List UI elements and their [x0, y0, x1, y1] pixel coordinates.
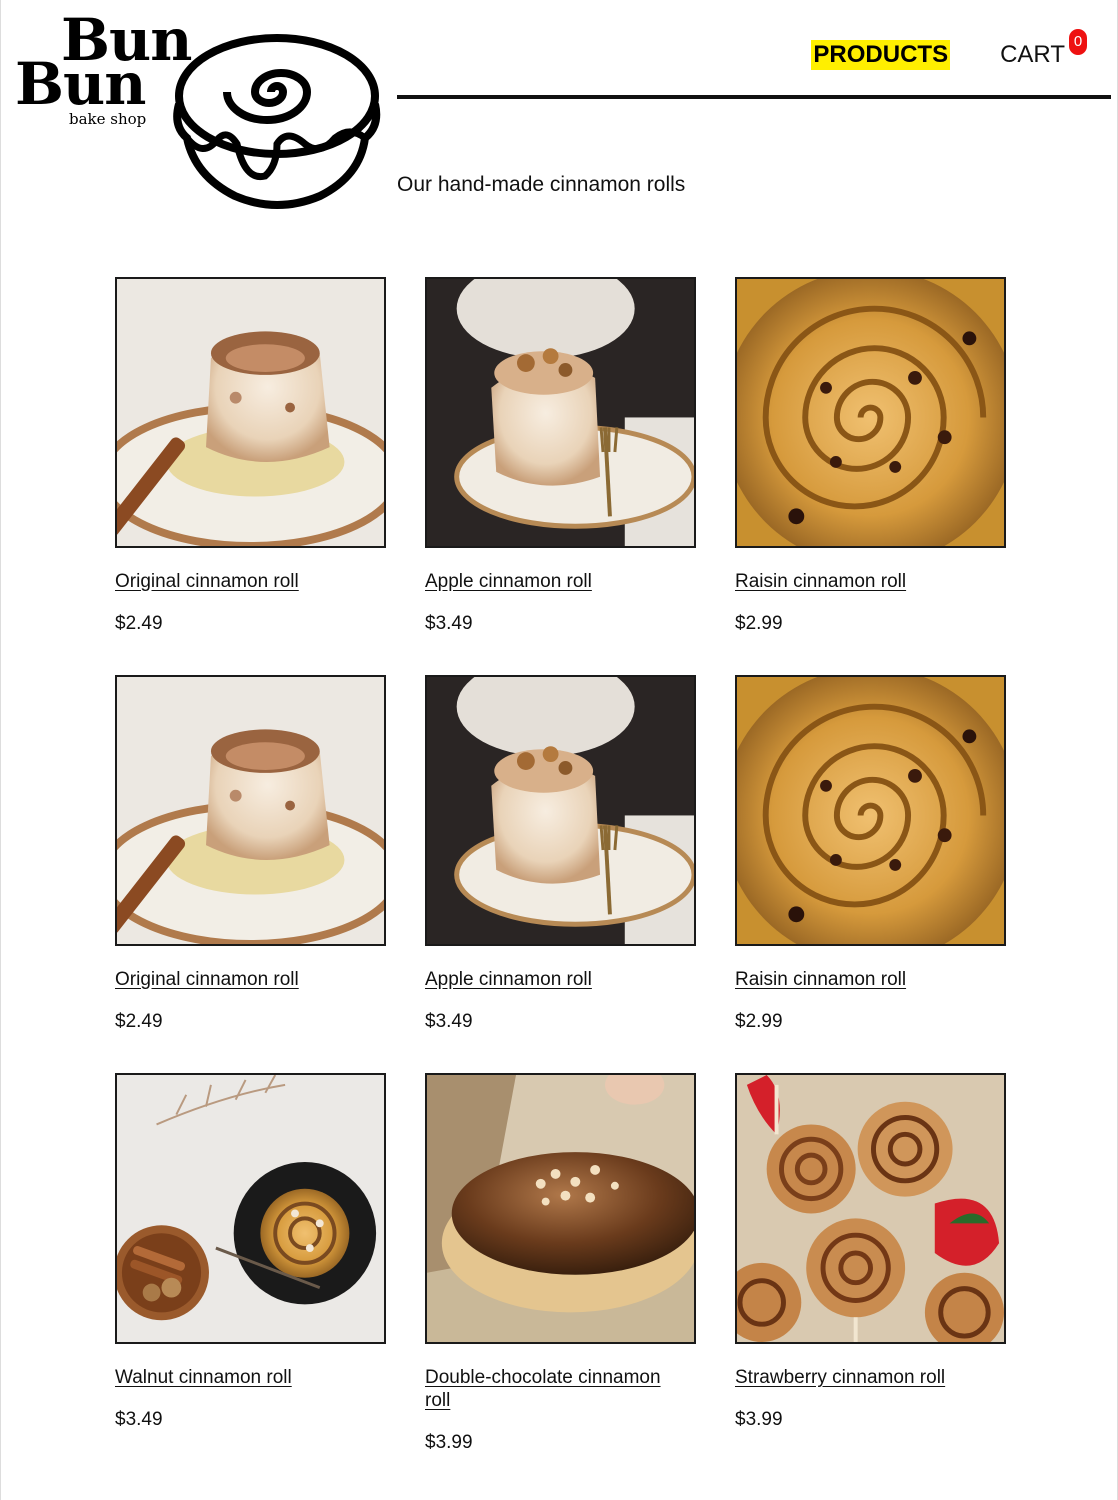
product-image[interactable]	[425, 675, 696, 946]
logo-subtitle: bake shop	[69, 110, 147, 128]
raisin-roll-photo	[737, 677, 1004, 944]
header-divider	[397, 95, 1111, 99]
product-image[interactable]	[115, 277, 386, 548]
product-name-link[interactable]: Raisin cinnamon roll	[735, 968, 985, 991]
product-image[interactable]	[425, 1073, 696, 1344]
product-name-link[interactable]: Walnut cinnamon roll	[115, 1366, 365, 1389]
double-chocolate-roll-photo	[427, 1075, 694, 1342]
nav-cart-link[interactable]: CART 0	[1000, 29, 1087, 69]
cart-label: CART	[1000, 41, 1065, 68]
original-roll-photo	[117, 677, 384, 944]
product-name-link[interactable]: Raisin cinnamon roll	[735, 570, 985, 593]
product-price: $3.99	[425, 1432, 473, 1453]
original-roll-photo	[117, 279, 384, 546]
apple-roll-photo	[427, 677, 694, 944]
product-price: $2.99	[735, 613, 783, 634]
product-price: $3.49	[425, 613, 473, 634]
product-card: Walnut cinnamon roll $3.49	[115, 1073, 386, 1471]
product-name-link[interactable]: Original cinnamon roll	[115, 968, 365, 991]
product-card: Apple cinnamon roll $3.49	[425, 277, 696, 675]
product-card: Original cinnamon roll $2.49	[115, 675, 386, 1073]
product-card: Original cinnamon roll $2.49	[115, 277, 386, 675]
apple-roll-photo	[427, 279, 694, 546]
product-image[interactable]	[735, 1073, 1006, 1344]
product-image[interactable]	[115, 675, 386, 946]
logo-word-bottom: Bun	[15, 50, 146, 118]
product-name-link[interactable]: Double-chocolate cinnamon roll	[425, 1366, 675, 1412]
raisin-roll-photo	[737, 279, 1004, 546]
page-tagline: Our hand-made cinnamon rolls	[397, 173, 686, 196]
product-price: $2.49	[115, 1011, 163, 1032]
product-card: Raisin cinnamon roll $2.99	[735, 675, 1006, 1073]
product-price: $3.49	[425, 1011, 473, 1032]
product-card: Apple cinnamon roll $3.49	[425, 675, 696, 1073]
main-nav: PRODUCTS CART 0	[811, 29, 1087, 70]
product-name-link[interactable]: Apple cinnamon roll	[425, 570, 675, 593]
product-grid: Original cinnamon roll $2.49 Apple cinna…	[115, 277, 1007, 1471]
product-name-link[interactable]: Original cinnamon roll	[115, 570, 365, 593]
cart-count-badge: 0	[1069, 29, 1087, 55]
product-image[interactable]	[735, 675, 1006, 946]
nav-products-link[interactable]: PRODUCTS	[811, 40, 951, 70]
walnut-roll-photo	[117, 1075, 384, 1342]
product-price: $3.99	[735, 1409, 783, 1430]
product-price: $3.49	[115, 1409, 163, 1430]
product-card: Raisin cinnamon roll $2.99	[735, 277, 1006, 675]
product-name-link[interactable]: Apple cinnamon roll	[425, 968, 675, 991]
product-card: Double-chocolate cinnamon roll $3.99	[425, 1073, 696, 1471]
strawberry-roll-photo	[737, 1075, 1004, 1342]
product-card: Strawberry cinnamon roll $3.99	[735, 1073, 1006, 1471]
product-price: $2.99	[735, 1011, 783, 1032]
product-image[interactable]	[425, 277, 696, 548]
product-image[interactable]	[115, 1073, 386, 1344]
cinnamon-roll-logo-icon	[173, 34, 381, 209]
product-image[interactable]	[735, 277, 1006, 548]
product-price: $2.49	[115, 613, 163, 634]
bun-bun-logo[interactable]: Bun Bun bake shop	[15, 8, 385, 213]
product-name-link[interactable]: Strawberry cinnamon roll	[735, 1366, 985, 1389]
